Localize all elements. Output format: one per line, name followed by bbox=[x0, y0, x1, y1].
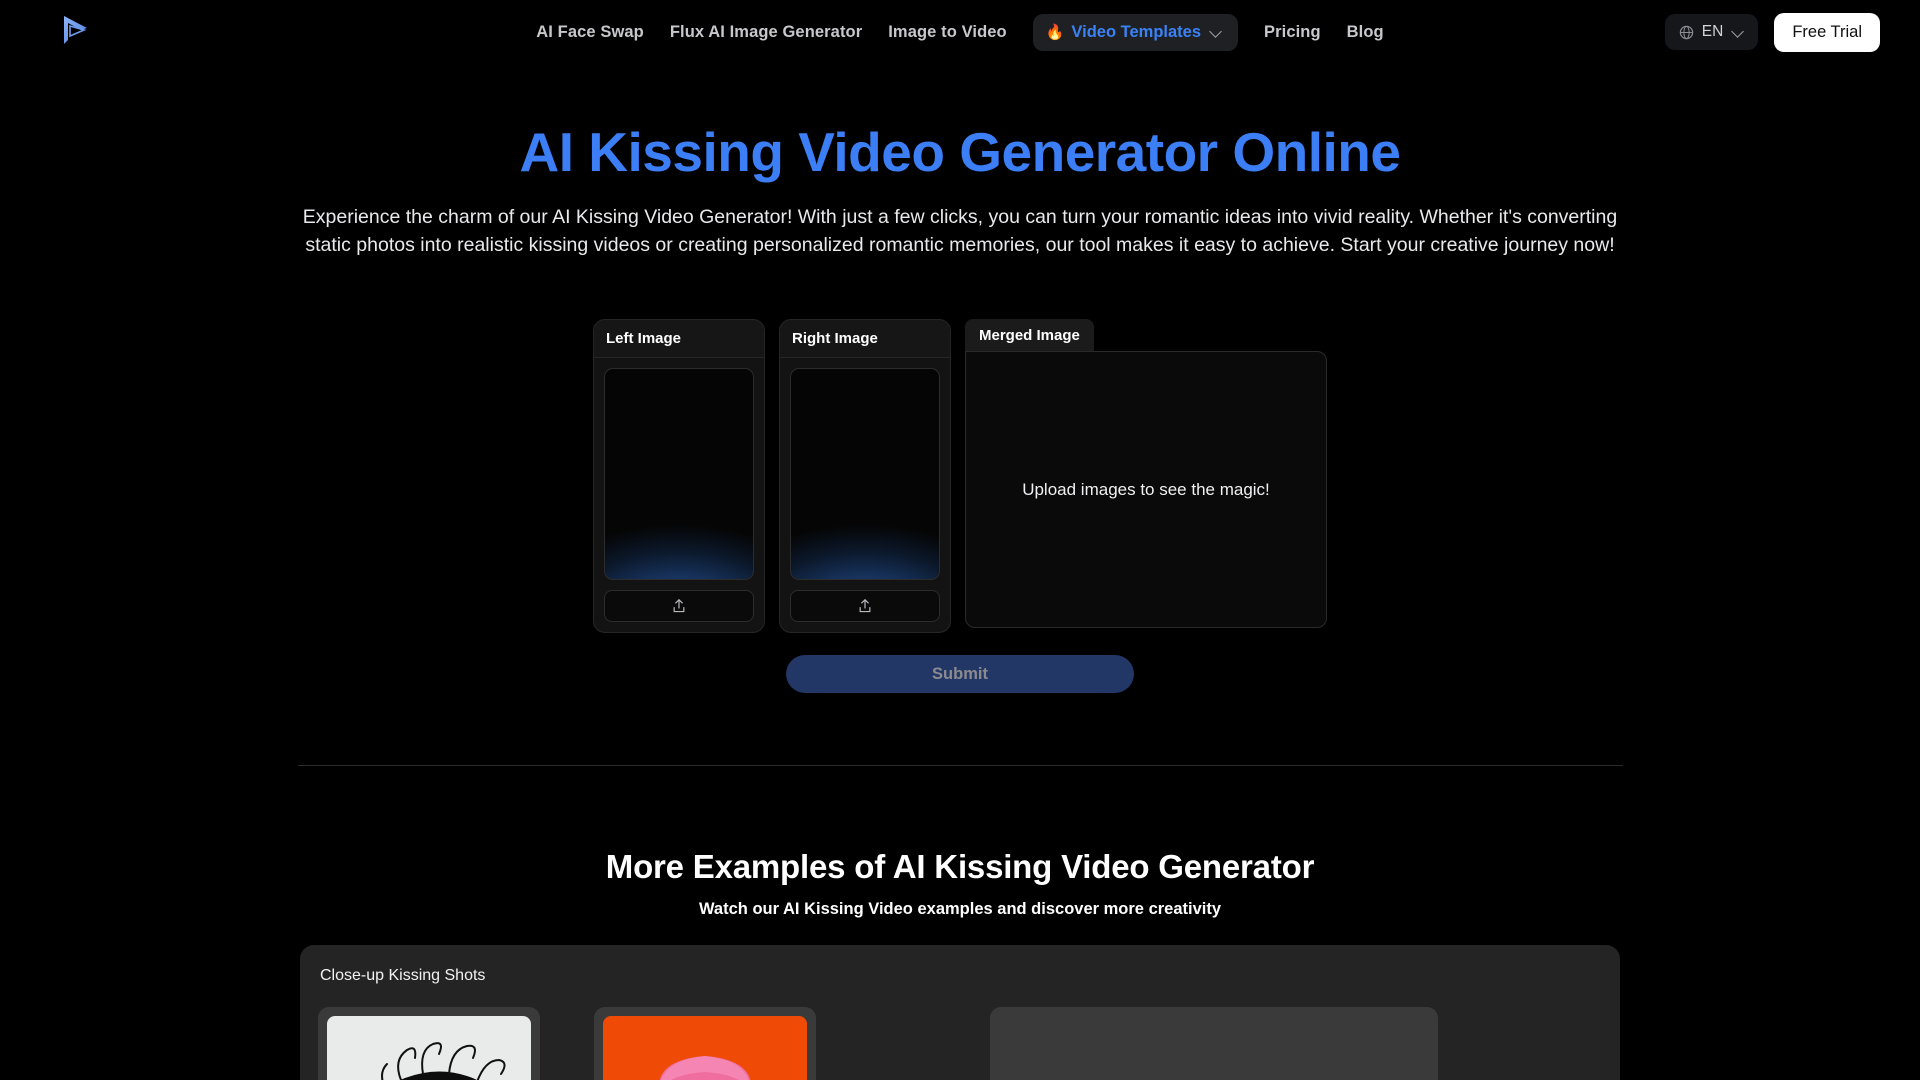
chevron-down-icon bbox=[1210, 26, 1223, 39]
left-image-dropzone[interactable] bbox=[604, 368, 754, 581]
site-logo[interactable] bbox=[50, 8, 98, 52]
nav-links-group: AI Face Swap Flux AI Image Generator Ima… bbox=[536, 0, 1384, 64]
upload-icon bbox=[859, 599, 871, 613]
examples-panel: Close-up Kissing Shots bbox=[300, 945, 1620, 1080]
chevron-down-icon bbox=[1732, 26, 1745, 39]
example-card-pink-beret-orange[interactable] bbox=[594, 1007, 816, 1080]
merged-image-panel: Merged Image Upload images to see the ma… bbox=[965, 319, 1327, 629]
left-image-panel: Left Image bbox=[593, 319, 765, 634]
right-image-dropzone[interactable] bbox=[790, 368, 940, 581]
nav-right-actions: EN Free Trial bbox=[1664, 0, 1880, 64]
merged-image-title: Merged Image bbox=[965, 319, 1094, 352]
flame-icon: 🔥 bbox=[1045, 23, 1065, 41]
merged-image-preview: Upload images to see the magic! bbox=[965, 351, 1327, 629]
right-image-title: Right Image bbox=[780, 320, 950, 359]
examples-section: More Examples of AI Kissing Video Genera… bbox=[0, 848, 1920, 1080]
example-card-empty-placeholder[interactable] bbox=[990, 1007, 1438, 1080]
examples-group-label: Close-up Kissing Shots bbox=[320, 967, 486, 985]
nav-link-pricing[interactable]: Pricing bbox=[1264, 23, 1321, 42]
top-navigation-bar: AI Face Swap Flux AI Image Generator Ima… bbox=[0, 0, 1920, 64]
section-divider bbox=[297, 765, 1623, 767]
example-card-dark-curly-hair[interactable] bbox=[318, 1007, 540, 1080]
free-trial-button[interactable]: Free Trial bbox=[1774, 12, 1880, 52]
play-triangle-logo-icon bbox=[64, 16, 87, 44]
examples-title: More Examples of AI Kissing Video Genera… bbox=[605, 848, 1315, 886]
nav-link-flux-ai-image-generator[interactable]: Flux AI Image Generator bbox=[670, 23, 862, 42]
language-label: EN bbox=[1701, 23, 1724, 40]
left-image-title: Left Image bbox=[594, 320, 764, 359]
merged-image-placeholder-text: Upload images to see the magic! bbox=[1022, 479, 1270, 499]
left-image-upload-button[interactable] bbox=[604, 590, 754, 623]
page-title: AI Kissing Video Generator Online bbox=[519, 121, 1401, 183]
hero-section: AI Kissing Video Generator Online Experi… bbox=[0, 64, 1920, 259]
example-thumbnail-image bbox=[327, 1016, 531, 1080]
submit-button[interactable]: Submit bbox=[786, 655, 1134, 694]
nav-link-video-templates[interactable]: 🔥 Video Templates bbox=[1032, 13, 1239, 51]
upload-icon bbox=[673, 599, 685, 613]
submit-row: Submit bbox=[0, 655, 1920, 694]
nav-link-video-templates-label: Video Templates bbox=[1071, 22, 1202, 41]
nav-link-ai-face-swap[interactable]: AI Face Swap bbox=[536, 23, 644, 42]
image-workspace: Left Image Right Image Merged Image Uplo… bbox=[0, 319, 1920, 634]
right-image-panel: Right Image bbox=[779, 319, 951, 634]
globe-icon bbox=[1679, 25, 1693, 39]
examples-subtitle: Watch our AI Kissing Video examples and … bbox=[698, 900, 1222, 919]
nav-link-image-to-video[interactable]: Image to Video bbox=[888, 23, 1006, 42]
right-image-upload-button[interactable] bbox=[790, 590, 940, 623]
examples-cards-row bbox=[318, 1007, 1602, 1080]
hero-description: Experience the charm of our AI Kissing V… bbox=[302, 205, 1618, 256]
nav-link-blog[interactable]: Blog bbox=[1347, 23, 1384, 42]
language-selector[interactable]: EN bbox=[1664, 14, 1759, 50]
example-thumbnail-image bbox=[603, 1016, 807, 1080]
